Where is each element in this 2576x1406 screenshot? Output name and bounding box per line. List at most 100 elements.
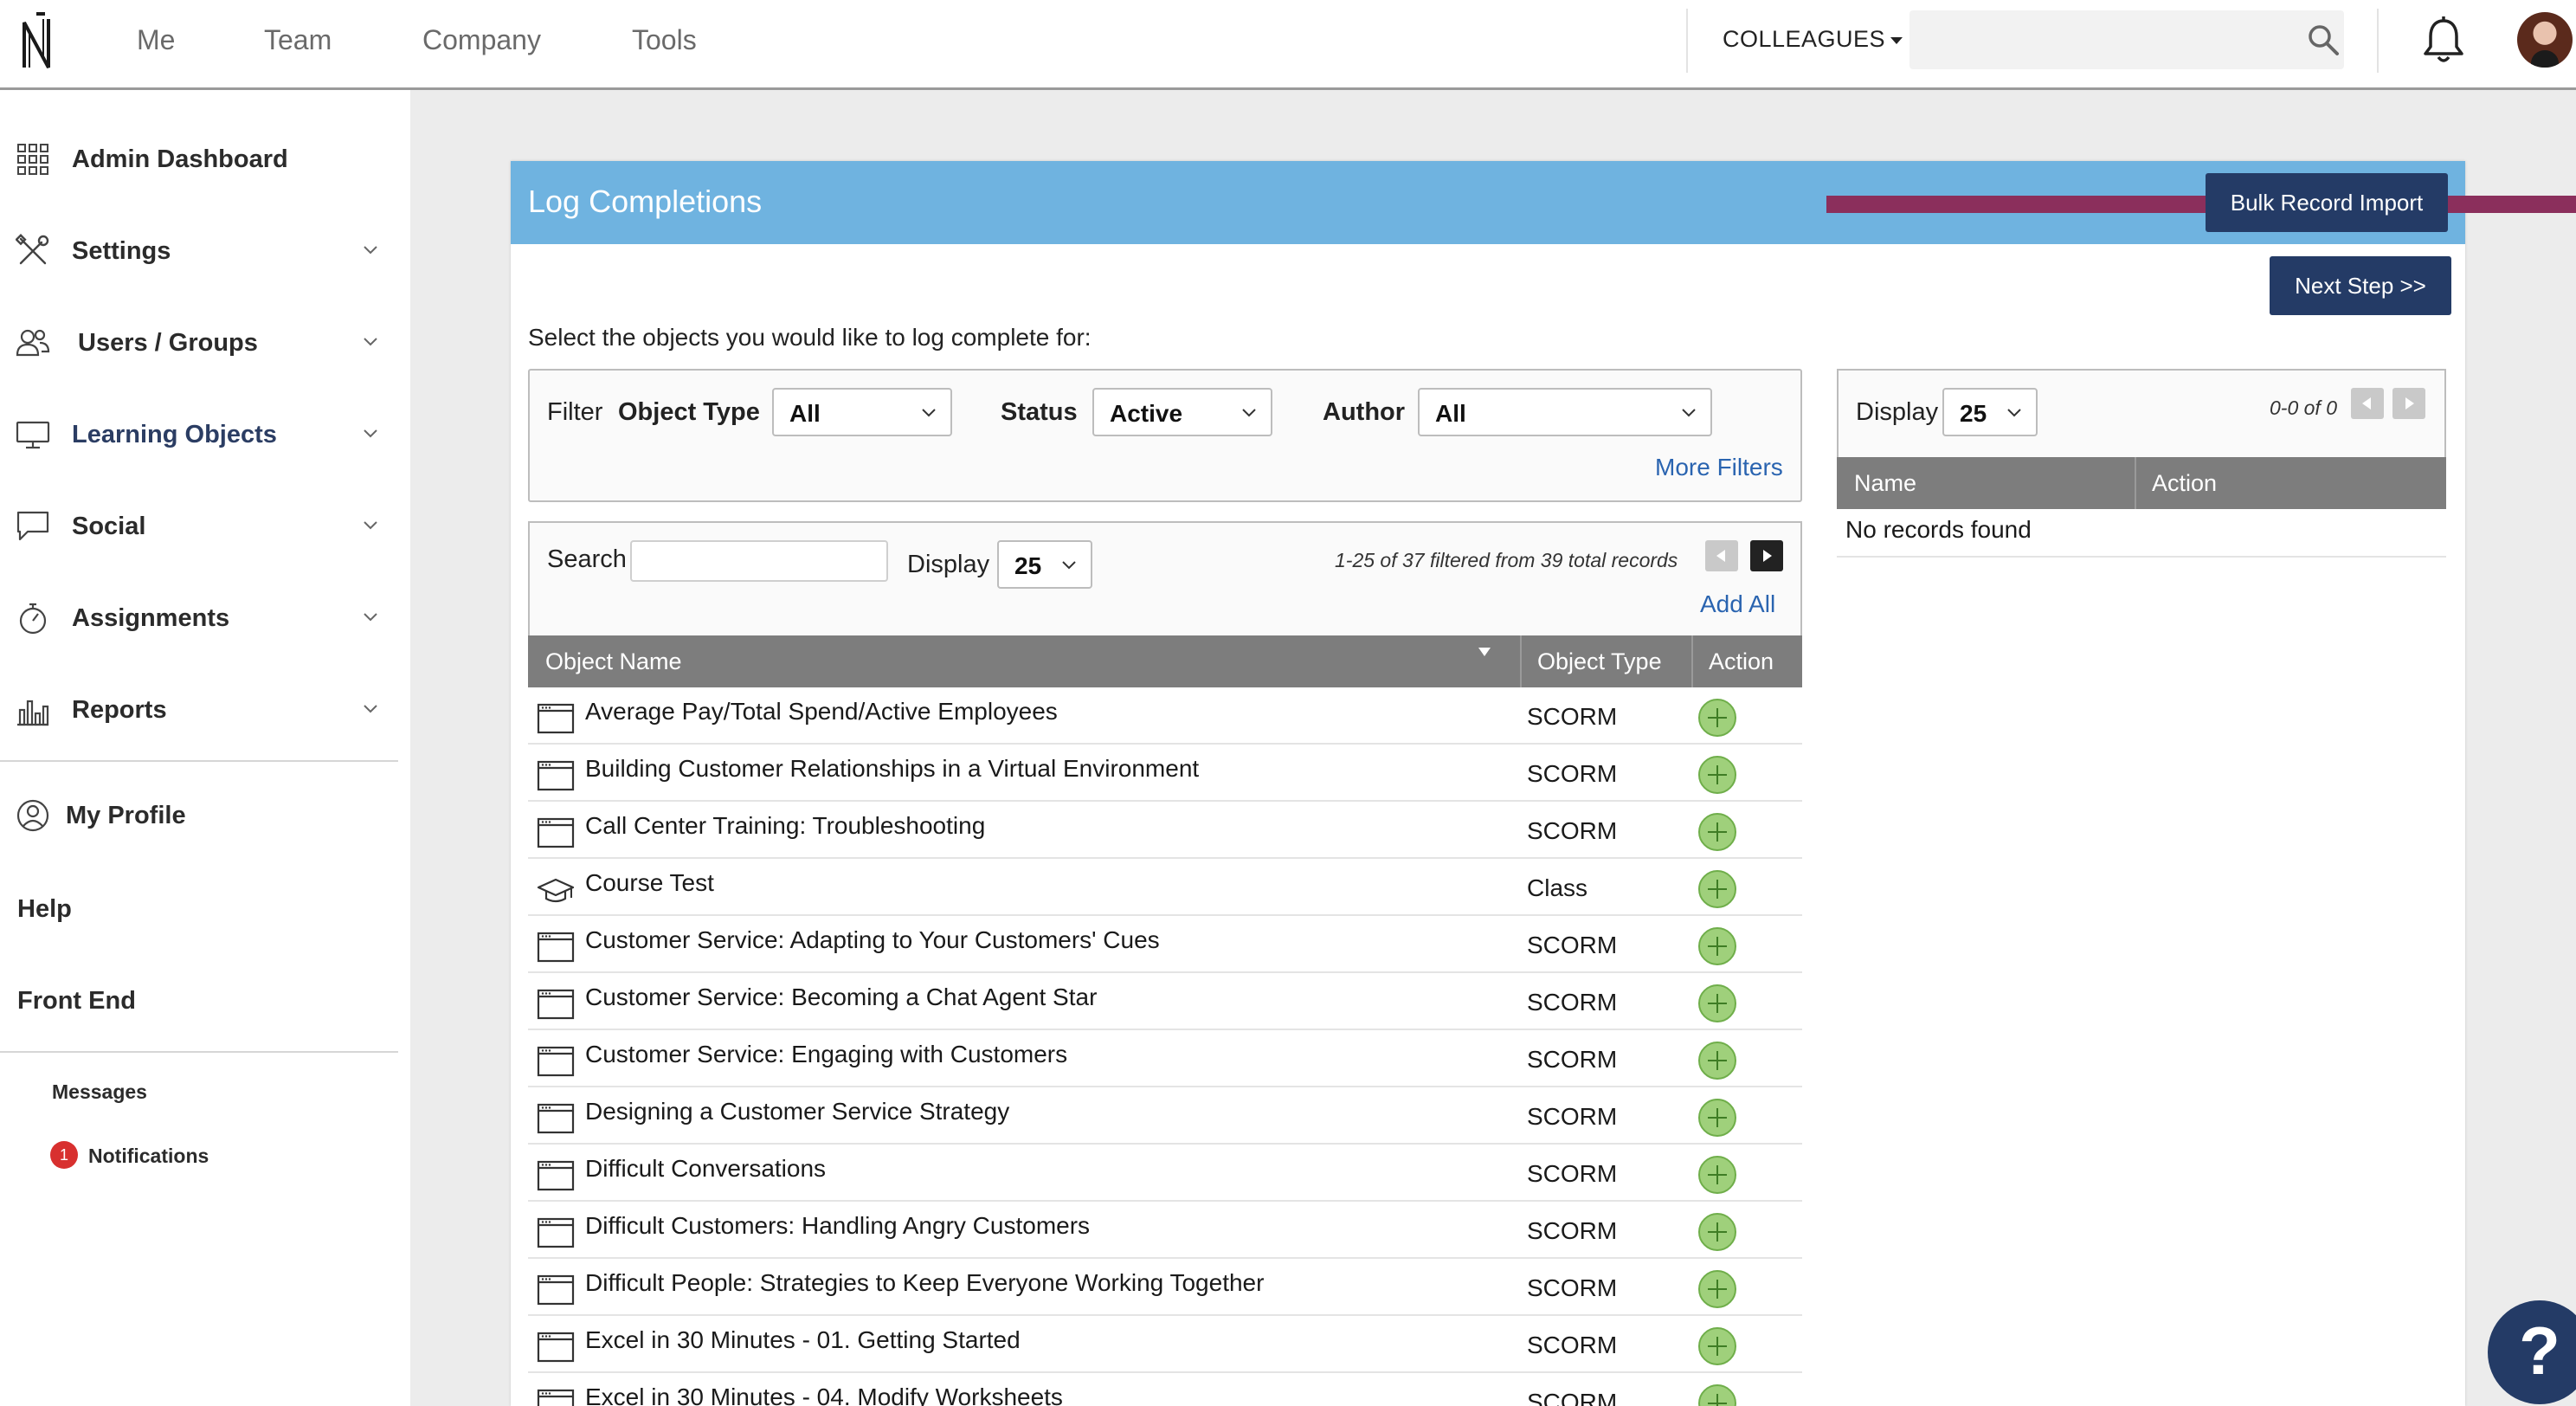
scorm-window-icon [537,1101,575,1136]
table-row: Course Test Class [528,859,1802,916]
page-title: Log Completions [528,184,763,219]
column-header-name: Name [1854,470,1917,496]
scorm-window-icon [537,1158,575,1193]
scorm-window-icon [537,1330,575,1364]
object-type: SCORM [1527,1332,1618,1358]
add-object-button[interactable] [1698,1384,1736,1406]
sidebar-item-learning-objects[interactable]: Learning Objects [0,400,410,469]
bar-chart-icon [17,700,49,726]
sidebar-item-label: My Profile [66,802,186,829]
sidebar-item-assignments[interactable]: Assignments [0,584,410,653]
graduation-cap-icon [537,873,575,907]
column-header-action: Action [1709,648,1774,674]
add-object-button[interactable] [1698,756,1736,794]
scorm-window-icon [537,930,575,964]
column-header-object-type[interactable]: Object Type [1520,635,1691,687]
status-select[interactable]: Active [1092,388,1272,436]
user-circle-icon [16,799,49,832]
grid-icon [17,144,48,175]
sidebar-item-notifications[interactable]: Notifications [88,1145,209,1168]
triangle-left-icon [1716,550,1725,562]
table-row: Designing a Customer Service Strategy SCO… [528,1087,1802,1145]
tools-icon [16,234,49,265]
table-header: Name Action [1837,457,2446,509]
nav-company[interactable]: Company [422,24,541,56]
table-row: Call Center Training: Troubleshooting SCO… [528,802,1802,859]
sidebar-item-label: Reports [72,696,167,724]
triangle-right-icon [2405,397,2414,410]
filter-box: Filter Object Type All Status Active Aut… [528,369,1802,502]
sidebar-item-help[interactable]: Help [17,895,72,924]
display-label: Display [907,551,990,578]
add-object-button[interactable] [1698,699,1736,737]
sidebar-item-social[interactable]: Social [0,492,410,561]
global-search-input[interactable] [1909,10,2344,69]
object-type: SCORM [1527,1389,1618,1406]
available-objects-list: Search Display 25 1-25 of 37 filtered fr… [528,521,1802,1406]
author-label: Author [1323,398,1406,426]
sidebar-item-settings[interactable]: Settings [0,216,410,286]
nav-tools[interactable]: Tools [632,24,697,56]
object-type: SCORM [1527,989,1618,1016]
table-row: Difficult People: Strategies to Keep Eve… [528,1259,1802,1316]
author-select[interactable]: All [1418,388,1712,436]
table-row: Average Pay/Total Spend/Active Employees… [528,687,1802,745]
sidebar-item-admin-dashboard[interactable]: Admin Dashboard [0,125,410,194]
column-header-object-name[interactable]: Object Name [528,635,1520,687]
sort-descending-icon[interactable] [1478,648,1491,656]
colleagues-dropdown[interactable]: COLLEAGUES [1723,26,1903,53]
add-object-button[interactable] [1698,813,1736,851]
nav-me[interactable]: Me [137,24,175,56]
object-name: Designing a Customer Service Strategy [585,1098,1010,1125]
add-object-button[interactable] [1698,1270,1736,1308]
chevron-down-icon [1242,409,1256,417]
sidebar-item-my-profile[interactable]: My Profile [0,781,410,850]
bell-icon[interactable] [2420,16,2467,66]
add-all-link[interactable]: Add All [1700,590,1775,618]
add-object-button[interactable] [1698,1213,1736,1251]
sidebar-item-front-end[interactable]: Front End [17,987,136,1016]
search-icon[interactable] [2306,23,2341,57]
add-object-button[interactable] [1698,870,1736,908]
panel-header: Log Completions Bulk Record Import [511,161,2576,244]
next-step-button[interactable]: Next Step >> [2270,256,2451,315]
object-name: Excel in 30 Minutes - 04. Modify Workshe… [585,1383,1063,1406]
bulk-record-import-button[interactable]: Bulk Record Import [2206,173,2448,232]
chevron-down-icon [364,705,377,713]
prev-page-button[interactable] [2351,388,2384,419]
status-value: Active [1110,400,1183,427]
sidebar-item-label: Users / Groups [78,329,258,357]
add-object-button[interactable] [1698,1327,1736,1365]
avatar[interactable] [2517,12,2573,68]
object-name: Difficult People: Strategies to Keep Eve… [585,1269,1265,1296]
add-object-button[interactable] [1698,1099,1736,1137]
add-object-button[interactable] [1698,1042,1736,1080]
add-object-button[interactable] [1698,1156,1736,1194]
more-filters-link[interactable]: More Filters [1655,454,1783,481]
sidebar-item-users-groups[interactable]: Users / Groups [0,308,410,377]
object-name: Call Center Training: Troubleshooting [585,812,986,839]
table-row: Excel in 30 Minutes - 04. Modify Workshe… [528,1373,1802,1406]
scorm-window-icon [537,1044,575,1079]
add-object-button[interactable] [1698,984,1736,1022]
display-select[interactable]: 25 [1942,388,2038,436]
nav-team[interactable]: Team [264,24,332,56]
object-type-select[interactable]: All [772,388,952,436]
next-page-button[interactable] [1750,540,1783,571]
table-header: Object Name Object Type Action [528,635,1802,687]
next-page-button[interactable] [2392,388,2425,419]
search-label: Search [547,545,627,573]
list-search-input[interactable] [630,540,888,582]
sidebar-item-messages[interactable]: Messages [52,1080,147,1104]
prev-page-button[interactable] [1705,540,1738,571]
sidebar-item-reports[interactable]: Reports [0,675,410,745]
add-object-button[interactable] [1698,927,1736,965]
display-value: 25 [1960,400,1987,427]
scorm-window-icon [537,816,575,850]
sidebar-item-label: Social [72,513,146,540]
table-row: Customer Service: Engaging with Customer… [528,1030,1802,1087]
table-row: Excel in 30 Minutes - 01. Getting Starte… [528,1316,1802,1373]
display-select[interactable]: 25 [997,540,1092,589]
logo-icon[interactable] [19,10,57,73]
sidebar-item-label: Admin Dashboard [72,145,288,173]
